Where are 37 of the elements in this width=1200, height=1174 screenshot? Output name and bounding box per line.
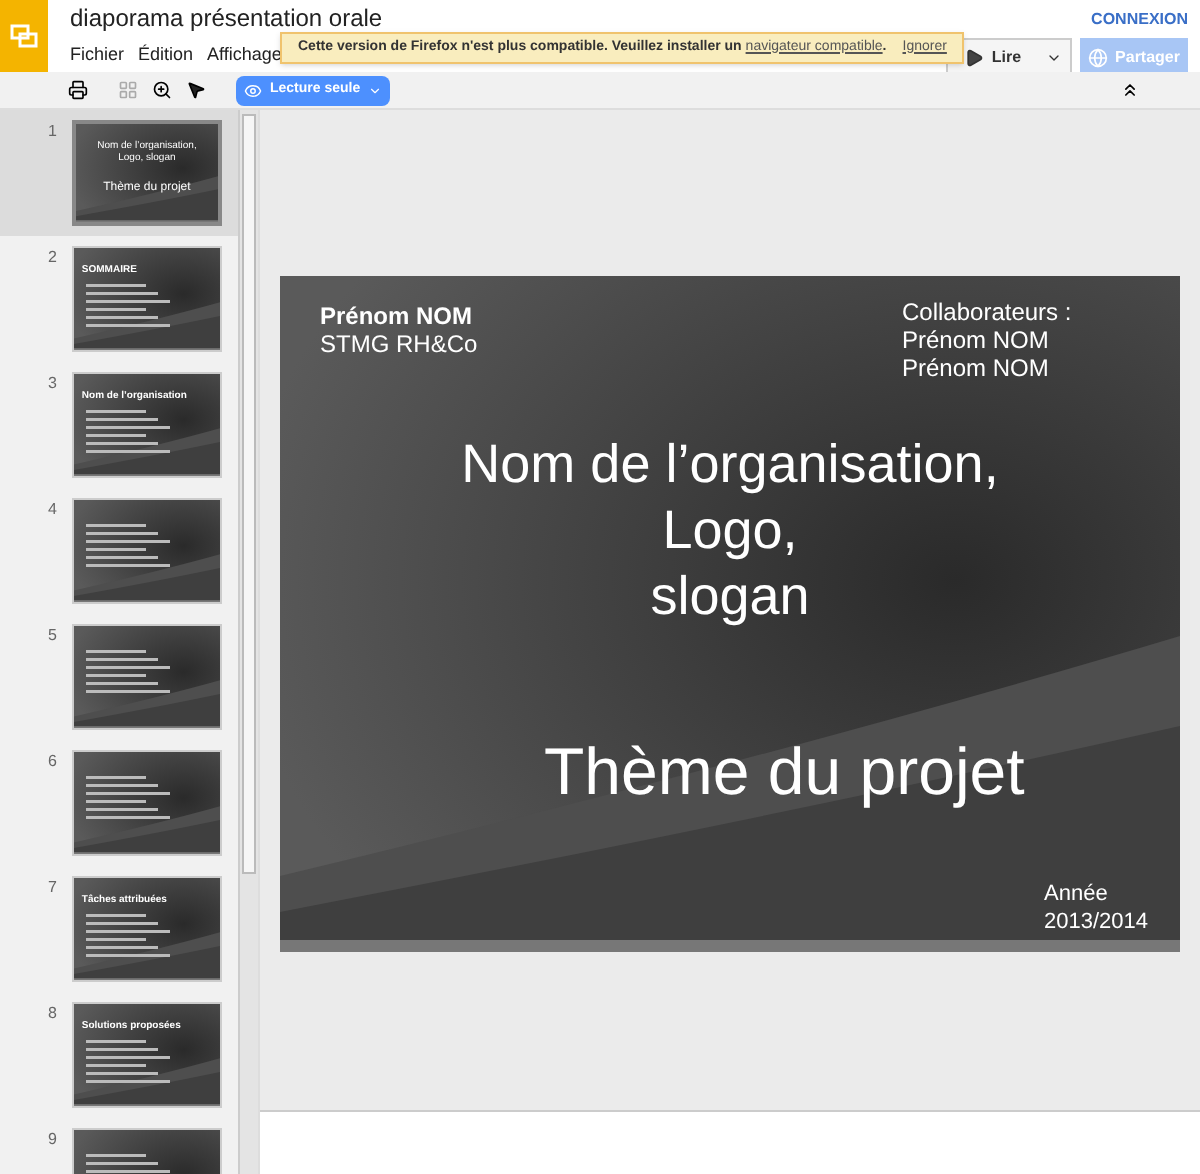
menu-item[interactable]: Édition: [138, 42, 194, 69]
slide-number: 2: [48, 246, 59, 270]
slide-title-line: slogan: [650, 564, 810, 630]
zoom-icon[interactable]: [152, 80, 172, 100]
slides-icon: [10, 24, 38, 48]
slide-number: 3: [48, 372, 59, 396]
caret-icon: [368, 83, 383, 97]
signin-link[interactable]: CONNEXION: [1091, 8, 1188, 32]
pointer-icon[interactable]: [186, 80, 206, 100]
class-name: STMG RH&Co: [320, 330, 478, 358]
caret-icon: [1045, 50, 1062, 66]
slide-number: 4: [48, 498, 59, 522]
menu-item[interactable]: Fichier: [70, 42, 125, 69]
eye-icon: [244, 81, 262, 99]
globe-icon: [1087, 48, 1108, 68]
print-icon[interactable]: [68, 80, 88, 100]
slide-background: [75, 124, 218, 222]
slide-title-line: Logo,: [662, 498, 798, 564]
slide-number: 5: [48, 624, 59, 648]
slide-title-line: Nom de l’organisation,: [461, 432, 999, 498]
project-theme: Thème du projet: [544, 732, 1025, 812]
collaborator-line: Prénom NOM: [902, 326, 1051, 354]
menu-item[interactable]: Affichage: [207, 42, 282, 69]
slide-number: 6: [48, 750, 59, 774]
document-title: diaporama présentation orale: [70, 6, 383, 32]
slide-number: 1: [48, 120, 59, 144]
collaborator-line: Collaborateurs :: [902, 298, 1072, 326]
year-line: 2013/2014: [1044, 908, 1148, 936]
year-line: Année: [1044, 880, 1110, 908]
slide-number: 8: [48, 1002, 59, 1026]
slide-number: 9: [48, 1128, 59, 1152]
author-name: Prénom NOM: [320, 302, 475, 330]
scrollbar[interactable]: [238, 110, 258, 1174]
slide-number: 7: [48, 876, 59, 900]
play-icon: [963, 48, 984, 68]
collapse-icon[interactable]: [1120, 80, 1140, 100]
collaborator-line: Prénom NOM: [902, 354, 1051, 382]
